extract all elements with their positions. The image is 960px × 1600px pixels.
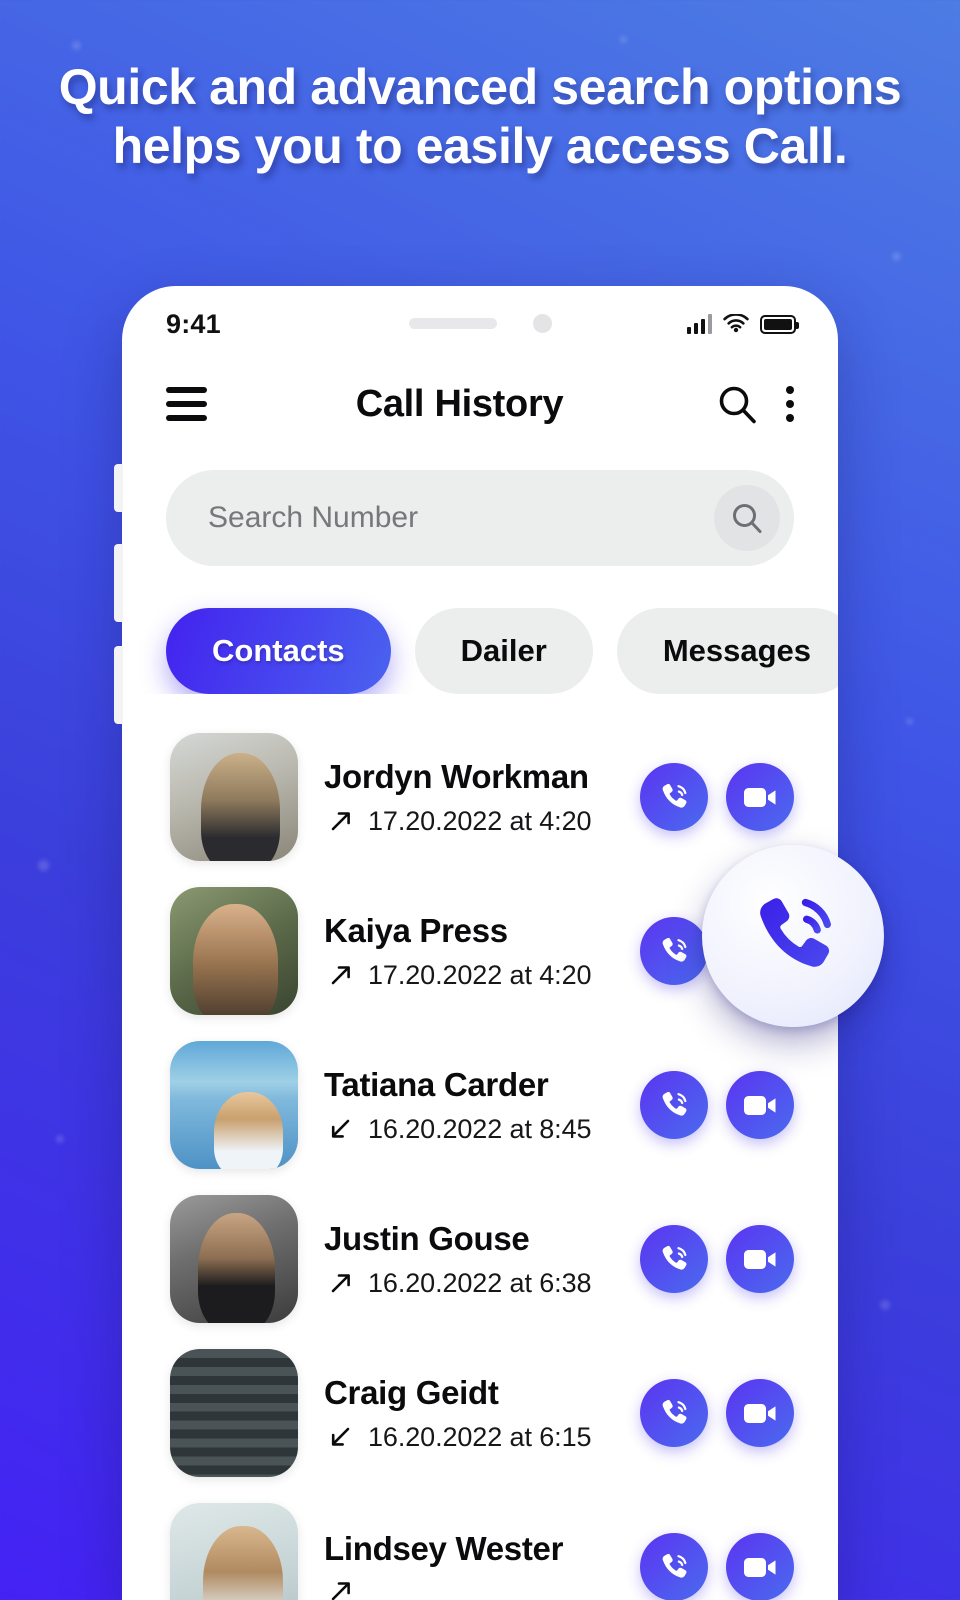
call-outgoing-icon <box>331 1582 350 1600</box>
call-outgoing-icon <box>331 966 350 985</box>
row-actions <box>640 1225 794 1293</box>
video-camera-icon <box>744 1250 776 1269</box>
video-call-button[interactable] <box>726 1071 794 1139</box>
contact-meta: 16.20.2022 at 8:45 <box>324 1114 640 1145</box>
row-actions <box>640 1379 794 1447</box>
video-camera-icon <box>744 788 776 807</box>
contact-info: Craig Geidt 16.20.2022 at 6:15 <box>298 1374 640 1453</box>
search-icon[interactable] <box>716 383 758 425</box>
video-camera-icon <box>744 1096 776 1115</box>
header-actions <box>716 383 794 425</box>
hamburger-menu-icon[interactable] <box>166 387 207 421</box>
front-camera-icon <box>532 314 552 333</box>
avatar <box>170 1349 298 1477</box>
call-button[interactable] <box>640 1533 708 1600</box>
contact-time: 17.20.2022 at 4:20 <box>368 959 592 990</box>
table-row[interactable]: Jordyn Workman 17.20.2022 at 4:20 <box>122 720 838 874</box>
contact-name: Justin Gouse <box>324 1219 530 1257</box>
contact-name: Tatiana Carder <box>324 1065 549 1103</box>
search-submit-button[interactable] <box>714 485 780 551</box>
speaker-slot-icon <box>408 318 497 329</box>
video-call-button[interactable] <box>726 763 794 831</box>
contact-time: 16.20.2022 at 6:15 <box>368 1421 592 1452</box>
phone-call-icon <box>662 1553 687 1578</box>
phone-call-icon <box>662 937 687 962</box>
phone-call-icon <box>760 898 831 967</box>
call-button[interactable] <box>640 917 708 985</box>
contact-name: Kaiya Press <box>324 911 508 949</box>
contact-info: Tatiana Carder 16.20.2022 at 8:45 <box>298 1066 640 1145</box>
contact-info: Justin Gouse 16.20.2022 at 6:38 <box>298 1220 640 1299</box>
video-call-button[interactable] <box>726 1533 794 1600</box>
phone-call-icon <box>662 1245 687 1270</box>
app-header: Call History <box>122 362 838 446</box>
contact-time: 16.20.2022 at 8:45 <box>368 1113 592 1144</box>
row-actions <box>640 1533 794 1600</box>
search-icon <box>733 504 762 533</box>
tab-label: Dailer <box>460 633 547 668</box>
contact-meta: 16.20.2022 at 6:38 <box>324 1268 640 1299</box>
more-vertical-icon[interactable] <box>786 386 794 422</box>
video-camera-icon <box>744 1558 776 1577</box>
table-row[interactable]: Tatiana Carder 16.20.2022 at 8:45 <box>122 1028 838 1182</box>
call-button[interactable] <box>640 1379 708 1447</box>
tab-label: Messages <box>662 633 812 668</box>
page-title: Call History <box>355 382 564 425</box>
contact-time: 17.20.2022 at 4:20 <box>368 805 592 836</box>
call-button[interactable] <box>640 763 708 831</box>
phone-call-icon <box>662 783 687 808</box>
video-call-button[interactable] <box>726 1379 794 1447</box>
contact-name: Jordyn Workman <box>324 757 589 795</box>
phone-notch <box>122 314 838 333</box>
call-outgoing-icon <box>331 1274 350 1293</box>
battery-full-icon <box>760 314 799 334</box>
video-camera-icon <box>744 1404 776 1423</box>
search-section <box>122 446 838 566</box>
search-input[interactable] <box>208 501 714 535</box>
avatar <box>170 1195 298 1323</box>
status-bar: 9:41 <box>122 286 838 362</box>
contact-meta: 17.20.2022 at 4:20 <box>324 806 640 837</box>
call-incoming-icon <box>331 1119 350 1138</box>
page-headline: Quick and advanced search options helps … <box>58 59 902 174</box>
contact-meta <box>324 1578 640 1600</box>
contact-info: Kaiya Press 17.20.2022 at 4:20 <box>298 912 640 991</box>
tab-dailer[interactable]: Dailer <box>414 608 593 694</box>
call-outgoing-icon <box>331 812 350 831</box>
floating-call-button[interactable] <box>702 845 884 1027</box>
phone-call-icon <box>662 1399 687 1424</box>
call-incoming-icon <box>331 1427 350 1446</box>
contact-meta: 16.20.2022 at 6:15 <box>324 1422 640 1453</box>
row-actions <box>640 763 794 831</box>
avatar <box>170 1503 298 1600</box>
phone-silent-switch <box>114 464 123 512</box>
row-actions <box>640 1071 794 1139</box>
call-button[interactable] <box>640 1225 708 1293</box>
call-history-list: Jordyn Workman 17.20.2022 at 4:20 Kaiya … <box>122 694 838 1600</box>
phone-call-icon <box>662 1091 687 1116</box>
avatar <box>170 733 298 861</box>
tab-messages[interactable]: Messages <box>616 608 838 694</box>
tab-contacts[interactable]: Contacts <box>166 608 391 694</box>
table-row[interactable]: Craig Geidt 16.20.2022 at 6:15 <box>122 1336 838 1490</box>
phone-volume-down-button <box>114 646 123 724</box>
phone-volume-up-button <box>114 544 123 622</box>
contact-info: Lindsey Wester <box>298 1530 640 1600</box>
tab-bar: Contacts Dailer Messages <box>122 566 838 694</box>
avatar <box>170 1041 298 1169</box>
contact-name: Lindsey Wester <box>324 1530 564 1567</box>
contact-time: 16.20.2022 at 6:38 <box>368 1267 592 1298</box>
call-button[interactable] <box>640 1071 708 1139</box>
contact-name: Craig Geidt <box>324 1373 499 1411</box>
table-row[interactable]: Justin Gouse 16.20.2022 at 6:38 <box>122 1182 838 1336</box>
video-call-button[interactable] <box>726 1225 794 1293</box>
contact-info: Jordyn Workman 17.20.2022 at 4:20 <box>298 758 640 837</box>
search-bar[interactable] <box>166 470 794 566</box>
table-row[interactable]: Lindsey Wester <box>122 1490 838 1600</box>
avatar <box>170 887 298 1015</box>
contact-meta: 17.20.2022 at 4:20 <box>324 960 640 991</box>
tab-label: Contacts <box>212 633 345 668</box>
